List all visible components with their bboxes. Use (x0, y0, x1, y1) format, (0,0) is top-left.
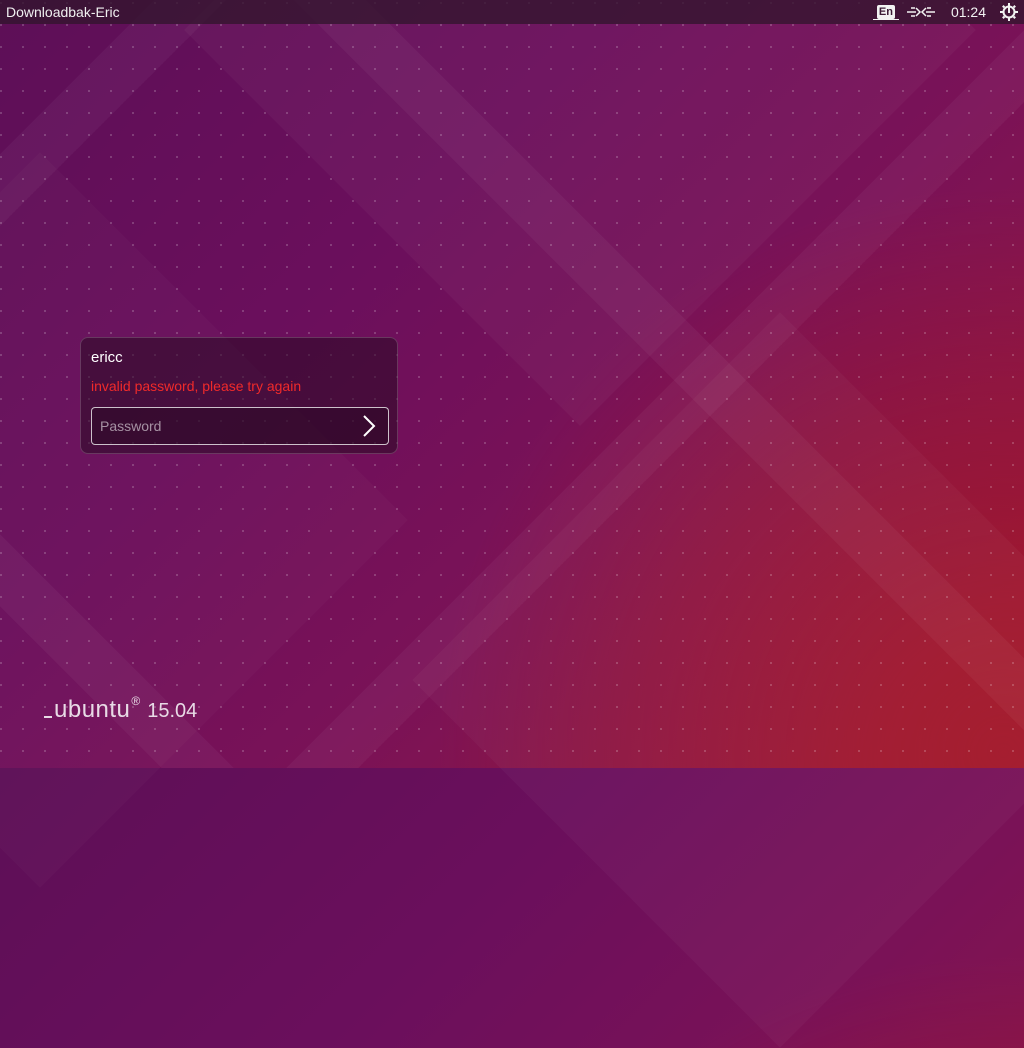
top-panel: Downloadbak-Eric En 01:24 (0, 0, 1024, 24)
username-label[interactable]: ericc (91, 349, 123, 366)
login-box: ericc invalid password, please try again (80, 337, 398, 454)
branding-mark (44, 716, 52, 718)
background-facet (412, 312, 1024, 1047)
power-gear-icon[interactable] (998, 1, 1020, 23)
password-field[interactable] (91, 407, 389, 445)
ubuntu-branding: ubuntu ® 15.04 (44, 694, 198, 724)
ubuntu-logo-text: ubuntu (54, 696, 131, 723)
keyboard-layout-label: En (876, 5, 895, 19)
error-message: invalid password, please try again (91, 378, 302, 394)
background-facet (0, 152, 408, 887)
password-input[interactable] (92, 408, 352, 444)
chevron-right-icon[interactable] (356, 412, 382, 440)
registered-mark: ® (131, 694, 141, 708)
hostname-label: Downloadbak-Eric (6, 4, 120, 20)
version-label: 15.04 (147, 700, 198, 722)
system-tray: En 01:24 (872, 0, 1024, 24)
clock[interactable]: 01:24 (951, 4, 986, 20)
keyboard-layout-indicator[interactable]: En (872, 3, 899, 21)
network-wired-icon[interactable] (905, 3, 937, 21)
